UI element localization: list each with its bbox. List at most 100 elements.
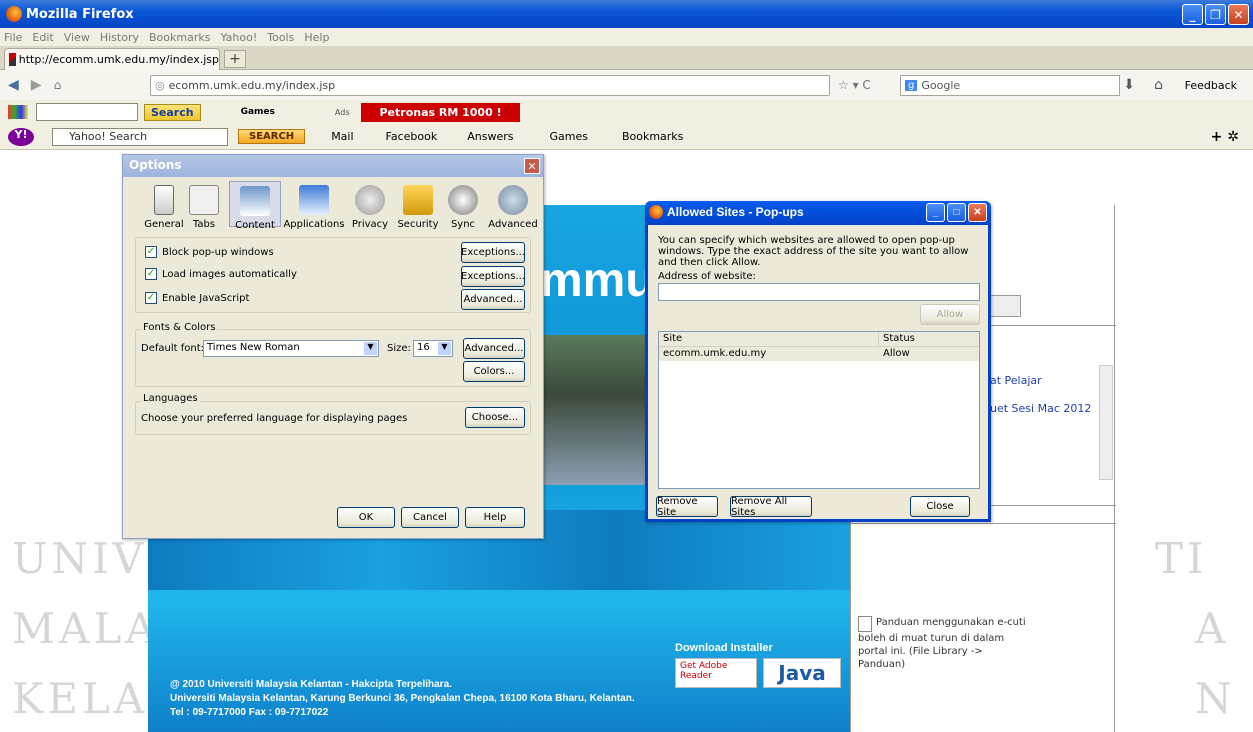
menu-edit[interactable]: Edit [32, 31, 53, 44]
footer-line-1: @ 2010 Universiti Malaysia Kelantan - Ha… [170, 679, 452, 690]
back-icon[interactable]: ◀ [8, 77, 19, 93]
table-row[interactable]: ecomm.umk.edu.my Allow [659, 347, 979, 361]
close-button[interactable]: ✕ [1228, 4, 1249, 25]
settings-gear-icon[interactable]: + ✲ [1211, 129, 1239, 145]
pane-sync[interactable]: Sync [441, 185, 485, 230]
help-button[interactable]: Help [465, 507, 525, 528]
menu-bookmarks[interactable]: Bookmarks [149, 31, 210, 44]
pane-tabs[interactable]: Tabs [181, 185, 227, 230]
site-footer: @ 2010 Universiti Malaysia Kelantan - Ha… [170, 678, 635, 720]
right-panel-scrollbar[interactable] [1099, 365, 1113, 480]
new-tab-button[interactable]: + [224, 50, 246, 68]
search-engine-box[interactable]: g Google [900, 75, 1120, 96]
yahoo-mail-link[interactable]: Mail [331, 130, 353, 143]
menu-file[interactable]: File [4, 31, 22, 44]
remove-all-sites-button[interactable]: Remove All Sites [730, 496, 812, 518]
allowed-sites-table: Site Status ecomm.umk.edu.my Allow [658, 331, 980, 489]
addon-search-input[interactable] [36, 103, 138, 121]
right-link-2[interactable]: uet Sesi Mac 2012 [990, 402, 1091, 415]
firefox-icon [6, 6, 22, 22]
options-close-icon[interactable]: ✕ [524, 158, 540, 174]
enable-js-checkbox[interactable]: ✓ Enable JavaScript [145, 292, 249, 304]
bookmarks-link[interactable]: Bookmarks [622, 130, 683, 143]
cancel-button[interactable]: Cancel [401, 507, 459, 528]
pane-applications[interactable]: Applications [281, 185, 347, 230]
addon-logo-icon [8, 105, 28, 119]
feedback-button[interactable]: Feedback [1185, 79, 1237, 92]
browser-tab[interactable]: http://ecomm.umk.edu.my/index.jsp [4, 48, 220, 70]
addon-search-button[interactable]: Search [144, 103, 201, 121]
watermark-text-5: A [1195, 604, 1230, 653]
maximize-button[interactable]: □ [947, 203, 966, 222]
footer-line-2: Universiti Malaysia Kelantan, Karung Ber… [170, 693, 635, 704]
close-button[interactable]: ✕ [968, 203, 987, 222]
pane-privacy[interactable]: Privacy [345, 185, 395, 230]
address-bar[interactable]: ◎ ecomm.umk.edu.my/index.jsp [150, 75, 830, 96]
menu-tools[interactable]: Tools [267, 31, 294, 44]
tabs-icon [189, 185, 219, 215]
size-label: Size: [387, 343, 411, 354]
site-cell: ecomm.umk.edu.my [663, 348, 767, 359]
remove-site-button[interactable]: Remove Site [656, 496, 718, 518]
fonts-advanced-button[interactable]: Advanced... [463, 338, 525, 359]
yahoo-search-input[interactable]: Yahoo! Search [52, 127, 228, 146]
menu-history[interactable]: History [100, 31, 139, 44]
menu-view[interactable]: View [64, 31, 90, 44]
games-link[interactable]: Games [241, 107, 275, 117]
applications-icon [299, 185, 329, 215]
ok-button[interactable]: OK [337, 507, 395, 528]
menu-help[interactable]: Help [304, 31, 329, 44]
firefox-icon [649, 205, 663, 219]
allow-button[interactable]: Allow [920, 304, 980, 325]
panduan-text: Panduan menggunakan e-cuti boleh di muat… [858, 617, 1026, 670]
images-exceptions-button[interactable]: Exceptions... [461, 266, 525, 287]
download-icon[interactable]: ⬇ [1123, 77, 1135, 93]
url-bookmark-star-icon[interactable]: ☆ ▾ C [838, 78, 871, 92]
allowed-sites-description: You can specify which websites are allow… [658, 235, 969, 268]
banner-title: mmu [540, 254, 655, 307]
options-dialog: Options ✕ General Tabs Content Applicati… [122, 154, 544, 539]
minimize-button[interactable]: _ [926, 203, 945, 222]
col-site-header[interactable]: Site [659, 332, 879, 346]
col-status-header[interactable]: Status [879, 332, 919, 346]
restore-button[interactable]: ❐ [1205, 4, 1226, 25]
right-link-1[interactable]: at Pelajar [990, 374, 1042, 387]
watermark-text-4: TI [1155, 534, 1208, 583]
yahoo-logo-icon[interactable]: Y! [8, 127, 34, 146]
forward-icon[interactable]: ▶ [31, 77, 42, 93]
pane-advanced[interactable]: Advanced [485, 185, 541, 230]
website-address-input[interactable] [658, 283, 980, 301]
js-advanced-button[interactable]: Advanced... [461, 289, 525, 310]
promo-banner[interactable]: Petronas RM 1000 ! [361, 102, 520, 122]
window-titlebar: Mozilla Firefox _ ❐ ✕ [0, 0, 1253, 28]
facebook-link[interactable]: Facebook [386, 130, 438, 143]
load-images-checkbox[interactable]: ✓ Load images automatically [145, 268, 297, 280]
chevron-down-icon: ▼ [364, 342, 377, 355]
games-link-2[interactable]: Games [549, 130, 587, 143]
banner-photo [540, 335, 650, 485]
ads-label: Ads [334, 107, 350, 117]
pane-content[interactable]: Content [229, 181, 281, 231]
chevron-down-icon: ▼ [438, 342, 451, 355]
fonts-colors-label: Fonts & Colors [141, 322, 218, 333]
default-font-select[interactable]: Times New Roman ▼ [203, 340, 379, 357]
java-badge[interactable]: Java [763, 658, 841, 688]
answers-link[interactable]: Answers [467, 130, 513, 143]
font-size-select[interactable]: 16 ▼ [413, 340, 453, 357]
watermark-text-2: MALA [12, 604, 160, 653]
pane-security[interactable]: Security [393, 185, 443, 230]
menu-yahoo[interactable]: Yahoo! [220, 31, 257, 44]
adobe-reader-badge[interactable]: Get Adobe Reader [675, 658, 757, 688]
close-dialog-button[interactable]: Close [910, 496, 970, 517]
popup-exceptions-button[interactable]: Exceptions... [461, 242, 525, 263]
home-icon[interactable]: ⌂ [54, 78, 62, 92]
colors-button[interactable]: Colors... [463, 361, 525, 382]
tab-title: http://ecomm.umk.edu.my/index.jsp [18, 53, 219, 66]
home-page-icon[interactable]: ⌂ [1154, 77, 1163, 93]
yahoo-search-button[interactable]: SEARCH [238, 129, 306, 144]
choose-language-button[interactable]: Choose... [465, 407, 525, 428]
minimize-button[interactable]: _ [1182, 4, 1203, 25]
watermark-text-3: KELA [12, 674, 149, 723]
block-popups-checkbox[interactable]: ✓ Block pop-up windows [145, 246, 274, 258]
languages-label: Languages [141, 393, 200, 404]
